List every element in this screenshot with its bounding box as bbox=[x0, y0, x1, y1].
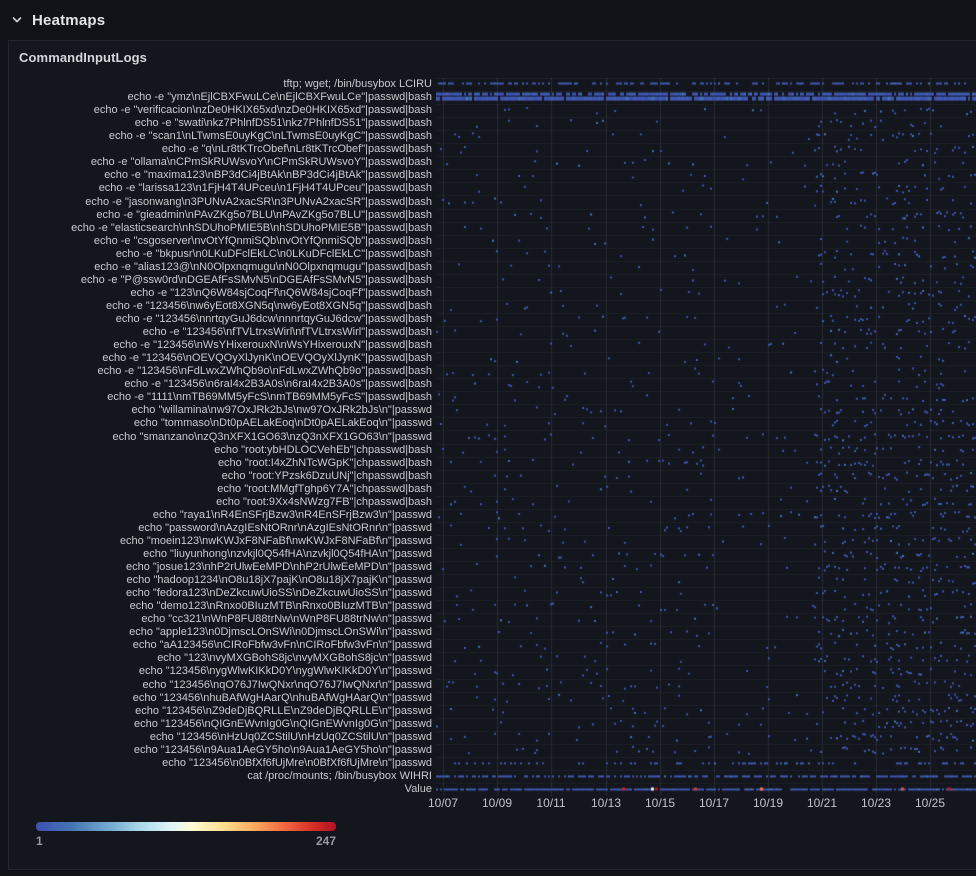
x-axis-tick-label: 10/15 bbox=[645, 796, 675, 810]
y-axis-label: echo "tommaso\nDt0pAELakEoq\nDt0pAELakEo… bbox=[0, 417, 432, 430]
y-axis-label: echo "josue123\nhP2rUlwEeMPD\nhP2rUlwEeM… bbox=[0, 561, 432, 574]
y-axis-label: echo -e "elasticsearch\nhSDUhoPMIE5B\nhS… bbox=[0, 222, 432, 235]
panel-title[interactable]: CommandInputLogs bbox=[19, 50, 147, 65]
y-axis-label: echo -e "P@ssw0rd\nDGEAfFsSMvN5\nDGEAfFs… bbox=[0, 274, 432, 287]
x-axis-tick-label: 10/07 bbox=[428, 796, 458, 810]
y-axis-label: echo "fedora123\nDeZkcuwUioSS\nDeZkcuwUi… bbox=[0, 587, 432, 600]
y-axis-label: echo "123456\nZ9deDjBQRLLE\nZ9deDjBQRLLE… bbox=[0, 705, 432, 718]
y-axis-label: echo "cc321\nWnP8FU88trNw\nWnP8FU88trNw\… bbox=[0, 613, 432, 626]
y-axis-label: echo "apple123\n0DjmscLOnSWi\n0DjmscLOnS… bbox=[0, 626, 432, 639]
y-axis-label: echo -e "123456\nWsYHixerouxN\nWsYHixero… bbox=[0, 339, 432, 352]
x-axis-tick-label: 10/19 bbox=[753, 796, 783, 810]
y-axis-label: echo "aA123456\nCIRoFbfw3vFn\nCIRoFbfw3v… bbox=[0, 639, 432, 652]
y-axis-label: echo "root:YPzsk6DzuUNj"|chpasswd|bash bbox=[0, 470, 432, 483]
x-axis-tick-label: 10/25 bbox=[915, 796, 945, 810]
y-axis-label: echo "root:MMgfTghp6Y7A"|chpasswd|bash bbox=[0, 483, 432, 496]
y-axis-label: echo -e "larissa123\n1FjH4T4UPceu\n1FjH4… bbox=[0, 182, 432, 195]
x-axis-tick-label: 10/21 bbox=[807, 796, 837, 810]
row-title[interactable]: Heatmaps bbox=[32, 12, 105, 29]
y-axis-label: echo "root:ybHDLOCVehEb"|chpasswd|bash bbox=[0, 444, 432, 457]
y-axis-label: echo "123456\nQIGnEWvnIg0G\nQIGnEWvnIg0G… bbox=[0, 718, 432, 731]
y-axis-label: echo "root:9Xx4sNWzg7FB"|chpasswd|bash bbox=[0, 496, 432, 509]
y-axis-label: echo -e "gieadmin\nPAvZKg5o7BLU\nPAvZKg5… bbox=[0, 209, 432, 222]
y-axis-label: echo -e "maxima123\nBP3dCi4jBtAk\nBP3dCi… bbox=[0, 169, 432, 182]
y-axis-label: echo -e "ollama\nCPmSkRUWsvoY\nCPmSkRUWs… bbox=[0, 156, 432, 169]
y-axis-label: echo -e "swati\nkz7PhlnfDS51\nkz7PhlnfDS… bbox=[0, 117, 432, 130]
y-axis-label: tftp; wget; /bin/busybox LCIRU bbox=[0, 78, 432, 91]
y-axis-label: echo -e "alias123@\nN0Olpxnqmugu\nN0Olpx… bbox=[0, 261, 432, 274]
y-axis-label: Value bbox=[0, 783, 432, 796]
y-axis-label: echo -e "ymz\nEjlCBXFwuLCe\nEjlCBXFwuLCe… bbox=[0, 91, 432, 104]
x-axis-tick-label: 10/13 bbox=[591, 796, 621, 810]
y-axis-label: echo "123456\nygWlwKIKkD0Y\nygWlwKIKkD0Y… bbox=[0, 665, 432, 678]
y-axis-label: echo "123456\nHzUq0ZCStilU\nHzUq0ZCStilU… bbox=[0, 731, 432, 744]
y-axis-label: echo -e "1111\nmTB69MM5yFcS\nmTB69MM5yFc… bbox=[0, 391, 432, 404]
y-axis-label: echo -e "123456\nFdLwxZWhQb9o\nFdLwxZWhQ… bbox=[0, 365, 432, 378]
y-axis-label: echo "liuyunhong\nzvkjl0Q54fHA\nzvkjl0Q5… bbox=[0, 548, 432, 561]
heatmap-canvas[interactable] bbox=[436, 78, 976, 796]
y-axis-label: echo "smanzano\nzQ3nXFX1GO63\nzQ3nXFX1GO… bbox=[0, 430, 432, 443]
chevron-down-icon[interactable] bbox=[10, 13, 24, 27]
y-axis-labels: tftp; wget; /bin/busybox LCIRUecho -e "y… bbox=[0, 78, 432, 796]
y-axis-label: echo -e "123456\nw6yEot8XGN5q\nw6yEot8XG… bbox=[0, 300, 432, 313]
y-axis-label: echo -e "jasonwang\n3PUNvA2xacSR\n3PUNvA… bbox=[0, 195, 432, 208]
y-axis-label: echo "123456\nqO76J7IwQNxr\nqO76J7IwQNxr… bbox=[0, 679, 432, 692]
y-axis-label: echo "moein123\nwKWJxF8NFaBf\nwKWJxF8NFa… bbox=[0, 535, 432, 548]
dashboard-row-header[interactable]: Heatmaps bbox=[0, 0, 976, 40]
y-axis-label: echo -e "123\nQ6W84sjCoqFf\nQ6W84sjCoqFf… bbox=[0, 287, 432, 300]
y-axis-label: echo "password\nAzgIEsNtORnr\nAzgIEsNtOR… bbox=[0, 522, 432, 535]
y-axis-label: echo -e "q\nLr8tKTrcObef\nLr8tKTrcObef"|… bbox=[0, 143, 432, 156]
legend-max: 247 bbox=[316, 834, 336, 848]
y-axis-label: echo "123456\n9Aua1AeGY5ho\n9Aua1AeGY5ho… bbox=[0, 744, 432, 757]
x-axis-tick-label: 10/11 bbox=[536, 796, 565, 810]
y-axis-label: echo "123\nvyMXGBohS8jc\nvyMXGBohS8jc\n"… bbox=[0, 652, 432, 665]
y-axis-label: cat /proc/mounts; /bin/busybox WIHRI bbox=[0, 770, 432, 783]
y-axis-label: echo -e "scan1\nLTwmsE0uyKgC\nLTwmsE0uyK… bbox=[0, 130, 432, 143]
y-axis-label: echo "123456\n0BfXf6fUjMre\n0BfXf6fUjMre… bbox=[0, 757, 432, 770]
y-axis-label: echo -e "csgoserver\nvOtYfQnmiSQb\nvOtYf… bbox=[0, 235, 432, 248]
y-axis-label: echo -e "verificacion\nzDe0HKIX65xd\nzDe… bbox=[0, 104, 432, 117]
y-axis-label: echo "raya1\nR4EnSFrjBzw3\nR4EnSFrjBzw3\… bbox=[0, 509, 432, 522]
y-axis-label: echo "demo123\nRnxo0BIuzMTB\nRnxo0BIuzMT… bbox=[0, 600, 432, 613]
y-axis-label: echo -e "bkpusr\n0LKuDFclEkLC\n0LKuDFclE… bbox=[0, 248, 432, 261]
y-axis-label: echo -e "123456\nOEVQOyXlJynK\nOEVQOyXlJ… bbox=[0, 352, 432, 365]
legend-gradient-bar bbox=[36, 822, 336, 831]
y-axis-label: echo "root:I4xZhNTcWGpK"|chpasswd|bash bbox=[0, 457, 432, 470]
y-axis-label: echo -e "123456\n6raI4x2B3A0s\n6raI4x2B3… bbox=[0, 378, 432, 391]
legend-min: 1 bbox=[36, 834, 43, 848]
y-axis-label: echo -e "123456\nnrtqyGuJ6dcw\nnnrtqyGuJ… bbox=[0, 313, 432, 326]
y-axis-label: echo "123456\nhuBAfWgHAarQ\nhuBAfWgHAarQ… bbox=[0, 692, 432, 705]
y-axis-label: echo "willamina\nw97OxJRk2bJs\nw97OxJRk2… bbox=[0, 404, 432, 417]
color-scale-legend: 1 247 bbox=[36, 822, 336, 848]
y-axis-label: echo -e "123456\nfTVLtrxsWirl\nfTVLtrxsW… bbox=[0, 326, 432, 339]
x-axis-tick-label: 10/23 bbox=[861, 796, 891, 810]
x-axis-tick-label: 10/09 bbox=[482, 796, 512, 810]
y-axis-label: echo "hadoop1234\nO8u18jX7pajK\nO8u18jX7… bbox=[0, 574, 432, 587]
x-axis-tick-label: 10/17 bbox=[699, 796, 729, 810]
x-axis-labels: 10/0710/0910/1110/1310/1510/1710/1910/21… bbox=[436, 796, 976, 812]
